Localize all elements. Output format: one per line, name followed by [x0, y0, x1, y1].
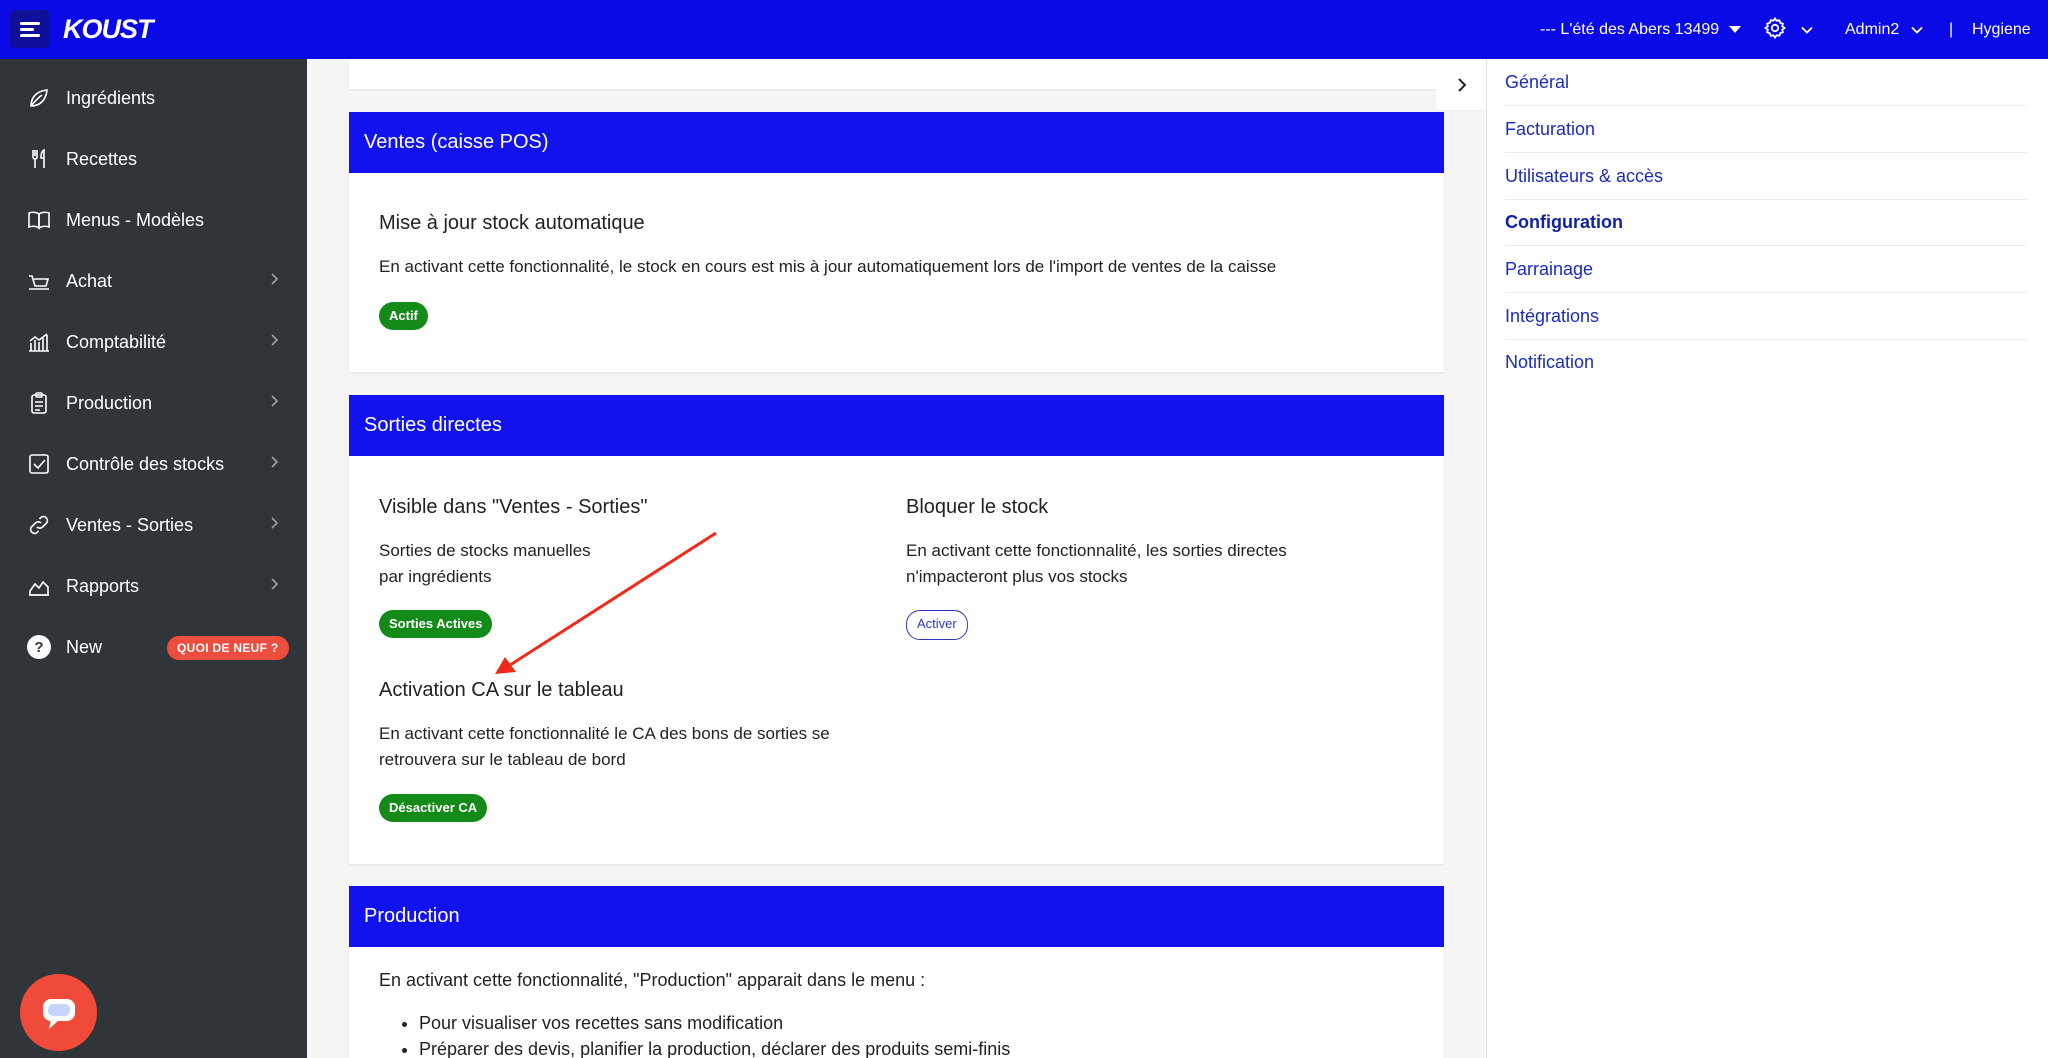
settings-nav-parrainage[interactable]: Parrainage [1505, 246, 2027, 293]
top-bar: KOUST --- L'été des Abers 13499 Admin2 |… [0, 0, 2048, 59]
sidebar-item-label: Ingrédients [66, 87, 156, 108]
user-name: Admin2 [1845, 21, 1900, 38]
settings-gear-button[interactable] [1763, 16, 1787, 42]
feature-description: En activant cette fonctionnalité, le sto… [379, 257, 1277, 276]
fork-knife-icon [26, 146, 52, 172]
settings-nav-notification[interactable]: Notification [1505, 339, 2027, 385]
sidebar-item-label: Recettes [66, 148, 138, 169]
book-icon [26, 207, 52, 233]
site-selector[interactable]: --- L'été des Abers 13499 [1540, 0, 1742, 59]
chevron-down-icon [1911, 26, 1923, 34]
link-icon [26, 512, 52, 538]
sidebar-item-label: Menus - Modèles [66, 209, 205, 230]
settings-dropdown-button[interactable] [1800, 0, 1814, 59]
collapse-panel-button[interactable] [1436, 59, 1487, 111]
chevron-right-icon [271, 273, 279, 285]
svg-text:?: ? [34, 639, 43, 656]
chevron-right-icon [271, 456, 279, 468]
cart-icon [26, 268, 52, 294]
card-production: Production En activant cette fonctionnal… [349, 886, 1444, 1058]
production-bullets: Pour visualiser vos recettes sans modifi… [419, 1010, 1010, 1058]
card-title: Ventes (caisse POS) [349, 112, 1444, 173]
sidebar-item-label: Contrôle des stocks [66, 453, 225, 474]
annotation-arrow [495, 531, 717, 674]
checkbox-icon [26, 451, 52, 477]
whats-new-badge[interactable]: QUOI DE NEUF ? [167, 636, 289, 660]
settings-nav-panel: Général Facturation Utilisateurs & accès… [1486, 59, 2048, 1058]
chevron-down-icon [1801, 26, 1813, 34]
clipboard-icon [26, 390, 52, 416]
settings-nav-facturation[interactable]: Facturation [1505, 106, 2027, 153]
sidebar-item-comptabilite[interactable]: Comptabilité [0, 317, 307, 367]
sidebar-item-label: Rapports [66, 575, 140, 596]
main-content: Ventes (caisse POS) Mise à jour stock au… [307, 59, 1487, 1058]
settings-nav-configuration[interactable]: Configuration [1505, 199, 2027, 246]
sidebar-item-ingredients[interactable]: Ingrédients [0, 73, 307, 123]
card-ventes-pos: Ventes (caisse POS) Mise à jour stock au… [349, 112, 1444, 372]
sidebar-item-production[interactable]: Production [0, 378, 307, 428]
sidebar-item-label: Achat [66, 270, 113, 291]
sidebar-item-label: Production [66, 392, 153, 413]
settings-nav-utilisateurs[interactable]: Utilisateurs & accès [1505, 153, 2027, 200]
status-badge-actif[interactable]: Actif [379, 302, 428, 330]
leaf-icon [26, 85, 52, 111]
user-menu[interactable]: Admin2 [1845, 0, 1924, 59]
sidebar-item-achat[interactable]: Achat [0, 256, 307, 306]
sidebar-item-controle-stocks[interactable]: Contrôle des stocks [0, 439, 307, 489]
bar-chart-icon [26, 329, 52, 355]
app-logo[interactable]: KOUST [63, 14, 153, 44]
list-item: Préparer des devis, planifier la product… [419, 1036, 1010, 1058]
chevron-right-icon [271, 517, 279, 529]
sidebar-item-rapports[interactable]: Rapports [0, 561, 307, 611]
sidebar-item-label: Comptabilité [66, 331, 167, 352]
chat-bubble-icon [42, 998, 75, 1029]
sidebar-item-recettes[interactable]: Recettes [0, 134, 307, 184]
chevron-right-icon [271, 578, 279, 590]
sidebar-item-menus-modeles[interactable]: Menus - Modèles [0, 195, 307, 245]
feature-title: Mise à jour stock automatique [379, 212, 645, 234]
chevron-right-icon [271, 334, 279, 346]
sidebar-item-label: New [66, 636, 103, 657]
caret-down-icon [1729, 26, 1742, 34]
hygiene-link[interactable]: Hygiene [1972, 0, 2031, 59]
chat-support-button[interactable] [20, 974, 97, 1051]
sidebar-item-label: Ventes - Sorties [66, 514, 194, 535]
previous-card [349, 59, 1444, 89]
chevron-right-icon [1457, 77, 1466, 92]
sidebar-item-ventes-sorties[interactable]: Ventes - Sorties [0, 500, 307, 550]
settings-nav-general[interactable]: Général [1505, 59, 2027, 106]
gear-icon [1763, 16, 1787, 40]
list-item: Pour visualiser vos recettes sans modifi… [419, 1010, 1010, 1036]
sidebar: Ingrédients Recettes Menus - Modèles Ach… [0, 59, 307, 1058]
feature-description: En activant cette fonctionnalité, "Produ… [379, 970, 926, 990]
chevron-right-icon [271, 395, 279, 407]
area-chart-icon [26, 573, 52, 599]
site-selector-label: --- L'été des Abers 13499 [1540, 21, 1720, 38]
sidebar-item-new[interactable]: ? New QUOI DE NEUF ? [0, 622, 307, 672]
help-icon: ? [26, 634, 52, 660]
menu-toggle-button[interactable] [10, 10, 50, 48]
card-sorties-directes: Sorties directes Visible dans "Ventes - … [349, 395, 1444, 864]
card-title: Production [349, 886, 1444, 947]
settings-nav-integrations[interactable]: Intégrations [1505, 293, 2027, 340]
topbar-separator: | [1949, 21, 1954, 38]
